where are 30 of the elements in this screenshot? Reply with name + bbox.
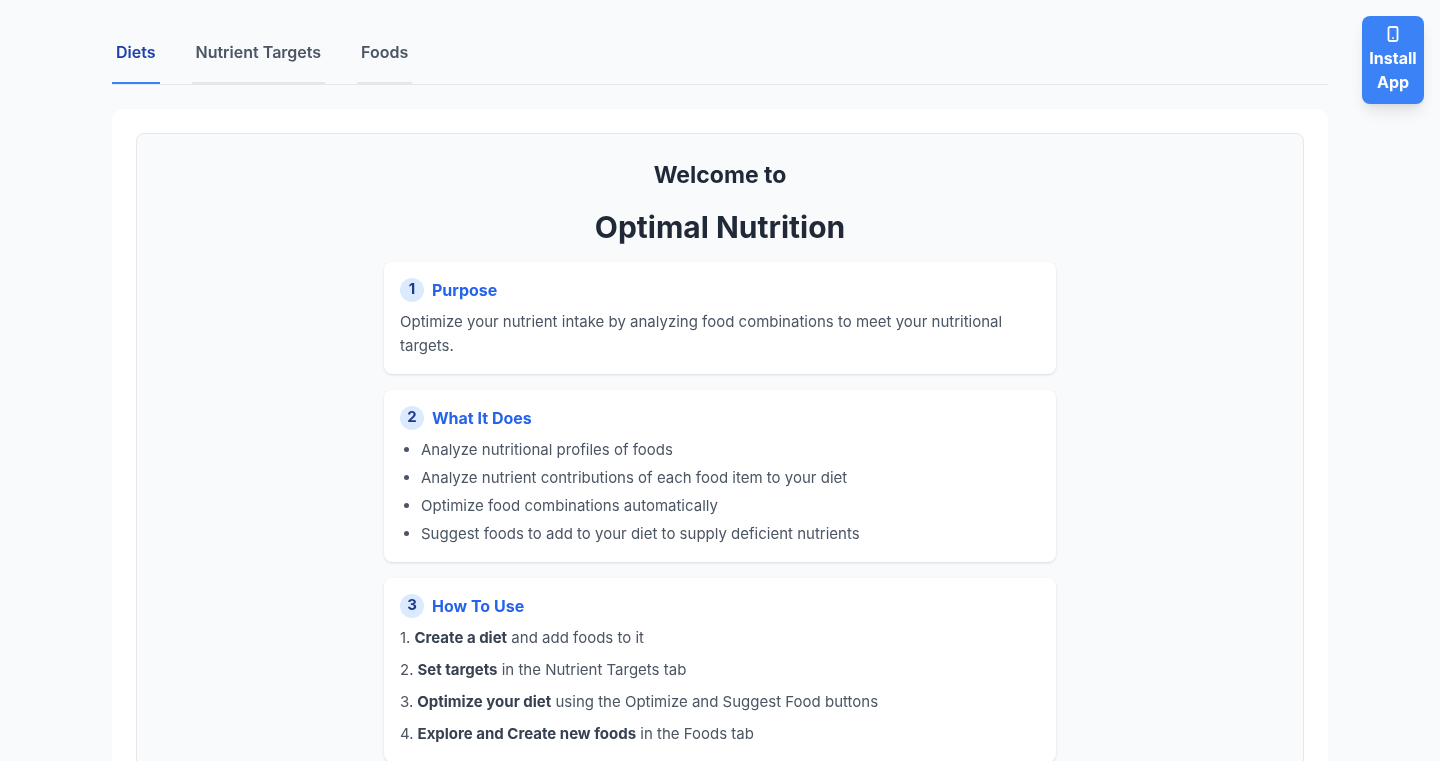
- section-title: Purpose: [432, 278, 498, 302]
- step-text: Create a diet and add foods to it: [414, 626, 644, 649]
- section-text: Optimize your nutrient intake by analyzing food combinations to meet your nutritional targets.: [400, 310, 1004, 357]
- step-text: Optimize your diet using the Optimize and Suggest Food buttons: [417, 690, 879, 713]
- tab[interactable]: Diets: [112, 40, 160, 84]
- install-app-button[interactable]: Install App: [1362, 16, 1424, 104]
- app-title: Optimal Nutrition: [594, 207, 846, 247]
- bullet-icon: [404, 475, 409, 480]
- list-item-text: Analyze nutrient contributions of each food item to your diet: [421, 466, 848, 489]
- step-badge: 1: [400, 277, 424, 302]
- step-number: 4.: [400, 722, 414, 745]
- step-number: 3.: [400, 690, 414, 713]
- step-badge: 3: [400, 593, 424, 618]
- step-badge: 2: [400, 405, 424, 430]
- bullet-icon: [404, 503, 409, 508]
- phone-icon: [1387, 26, 1399, 42]
- welcome-subtitle: Welcome to: [653, 160, 787, 191]
- list-item-text: Analyze nutritional profiles of foods: [421, 438, 673, 461]
- step-number: 1.: [400, 626, 411, 649]
- step-text: Set targets in the Nutrient Targets tab: [417, 658, 687, 681]
- step-number: 2.: [400, 658, 414, 681]
- bullet-icon: [404, 447, 409, 452]
- section-title: What It Does: [432, 406, 532, 430]
- tab[interactable]: Foods: [357, 40, 413, 84]
- list-item-text: Suggest foods to add to your diet to supply deficient nutrients: [421, 522, 860, 545]
- step-text: Explore and Create new foods in the Foods tab: [417, 722, 754, 745]
- tab[interactable]: Nutrient Targets: [191, 40, 326, 84]
- list-item-text: Optimize food combinations automatically: [421, 494, 718, 517]
- section-title: How To Use: [432, 594, 525, 618]
- bullet-icon: [404, 531, 409, 536]
